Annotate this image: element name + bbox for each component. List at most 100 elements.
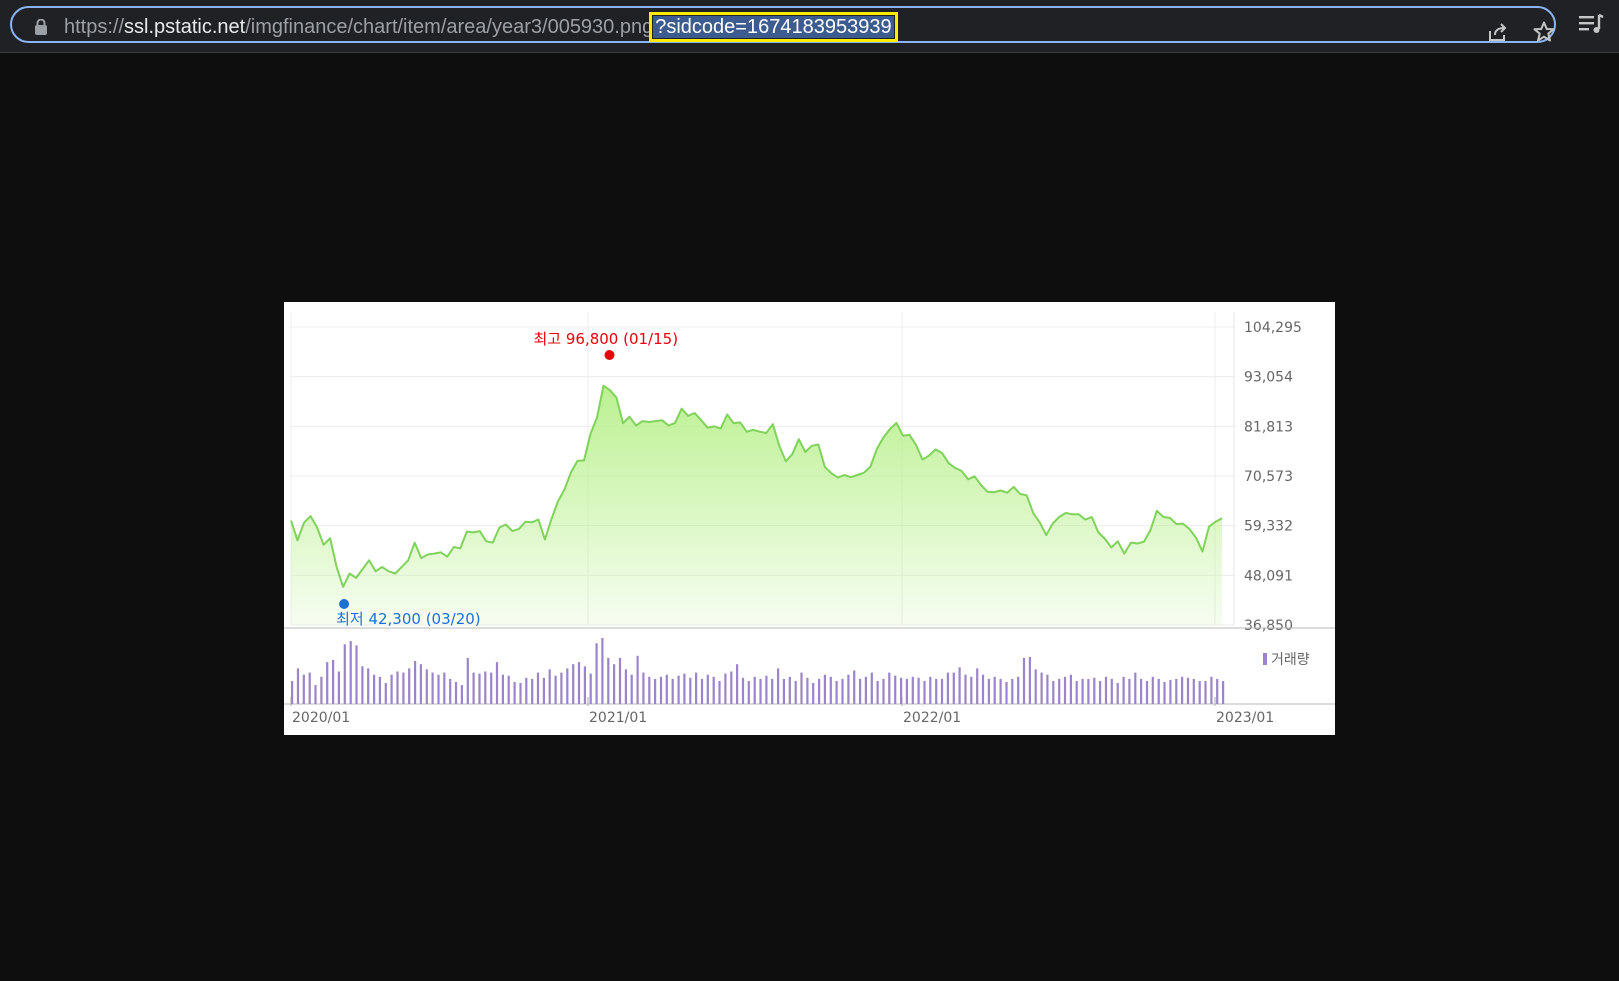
url-scheme: https:// — [64, 16, 125, 38]
volume-bar — [689, 677, 692, 704]
url-host: ssl.pstatic.net — [124, 16, 246, 38]
volume-bar — [923, 681, 926, 704]
volume-bar — [683, 673, 686, 704]
volume-bar — [577, 662, 581, 704]
y-tick-label: 59,332 — [1244, 519, 1293, 535]
volume-bar — [618, 657, 622, 704]
volume-bar — [1192, 678, 1195, 704]
x-tick-label: 2023/01 — [1216, 710, 1274, 726]
volume-bar — [613, 664, 616, 704]
volume-bar — [1058, 678, 1061, 704]
share-icon[interactable] — [1486, 20, 1510, 44]
volume-bar — [396, 671, 399, 704]
volume-bar — [1216, 678, 1219, 704]
volume-bar — [1181, 676, 1184, 704]
volume-bar — [940, 678, 944, 704]
volume-bar — [507, 675, 510, 704]
volume-bar — [1081, 678, 1084, 704]
volume-bar — [1063, 676, 1067, 704]
volume-bar — [1128, 678, 1131, 704]
volume-bar — [478, 673, 481, 704]
volume-bar — [946, 672, 949, 704]
low-label: 최저 42,300 (03/20) — [336, 610, 481, 628]
volume-bar — [823, 674, 826, 704]
volume-bar — [1134, 672, 1137, 704]
volume-bar — [630, 674, 633, 704]
volume-bar — [1157, 678, 1160, 704]
volume-bar — [900, 677, 903, 704]
volume-bar — [870, 672, 873, 704]
volume-bar — [987, 678, 990, 704]
volume-bar — [589, 673, 592, 704]
area-chart: 104,295 93,054 81,813 70,573 59,332 48,091 36,… — [284, 312, 1335, 726]
reading-list-icon[interactable] — [1578, 12, 1604, 36]
y-tick-label: 81,813 — [1244, 419, 1293, 435]
volume-bar — [976, 668, 979, 704]
price-area-fill — [291, 385, 1222, 625]
volume-bar — [659, 676, 663, 704]
volume-bar — [419, 664, 422, 704]
volume-bar — [414, 661, 417, 704]
star-icon[interactable] — [1532, 20, 1556, 44]
volume-bar — [818, 678, 821, 704]
volume-bar — [847, 674, 850, 704]
volume-bar — [513, 682, 516, 704]
volume-bar — [320, 676, 323, 704]
volume-bar — [1028, 656, 1031, 704]
volume-bar — [741, 677, 745, 704]
volume-bar — [302, 674, 305, 704]
volume-bar — [829, 676, 832, 704]
volume-bar — [700, 678, 704, 704]
volume-bar — [911, 676, 914, 704]
volume-bar — [812, 683, 815, 704]
y-tick-label: 48,091 — [1244, 568, 1293, 584]
volume-legend-swatch — [1263, 653, 1267, 665]
volume-bar — [654, 678, 657, 704]
volume-bar — [753, 676, 756, 704]
y-tick-label: 36,850 — [1244, 618, 1293, 634]
volume-bar — [806, 677, 809, 704]
y-tick-label: 70,573 — [1244, 469, 1293, 485]
address-bar[interactable]: https://ssl.pstatic.net/imgfinance/chart… — [10, 6, 1556, 43]
volume-bar — [484, 671, 487, 704]
high-label: 최고 96,800 (01/15) — [534, 330, 679, 348]
volume-bar — [876, 681, 879, 704]
volume-bar — [1005, 682, 1008, 704]
volume-bar — [349, 641, 352, 704]
volume-bar — [777, 668, 780, 704]
volume-bar — [888, 672, 891, 704]
volume-bar — [964, 674, 967, 704]
volume-bar — [648, 676, 651, 704]
volume-bar — [384, 683, 387, 704]
volume-bar — [1222, 681, 1225, 704]
volume-bar — [800, 672, 803, 704]
volume-bar — [929, 676, 932, 704]
volume-bar — [595, 643, 598, 704]
url-text[interactable]: https://ssl.pstatic.net/imgfinance/chart… — [64, 12, 898, 42]
volume-bar — [853, 670, 856, 704]
volume-bar — [378, 676, 381, 704]
volume-bar — [864, 676, 867, 704]
volume-bar — [759, 678, 762, 704]
volume-bar — [460, 685, 463, 704]
volume-bar — [402, 672, 405, 704]
volume-bar — [431, 672, 434, 704]
volume-bar — [343, 644, 346, 704]
volume-bar — [355, 645, 358, 704]
volume-bar — [1204, 681, 1207, 704]
volume-bar — [1040, 672, 1043, 704]
volume-bar — [712, 676, 715, 704]
url-path: /imgfinance/chart/item/area/year3/005930… — [245, 16, 654, 38]
volume-bar — [1034, 669, 1037, 704]
volume-bar — [1011, 678, 1014, 704]
volume-bar — [1210, 676, 1213, 704]
volume-bar — [536, 672, 540, 704]
volume-bar — [841, 678, 844, 704]
volume-bar — [373, 674, 376, 704]
x-tick-label: 2021/01 — [589, 710, 647, 726]
volume-bar — [1093, 677, 1096, 704]
volume-bar — [490, 672, 493, 704]
lock-icon[interactable] — [34, 19, 48, 35]
volume-bar — [736, 664, 739, 704]
volume-bar — [1046, 674, 1049, 704]
